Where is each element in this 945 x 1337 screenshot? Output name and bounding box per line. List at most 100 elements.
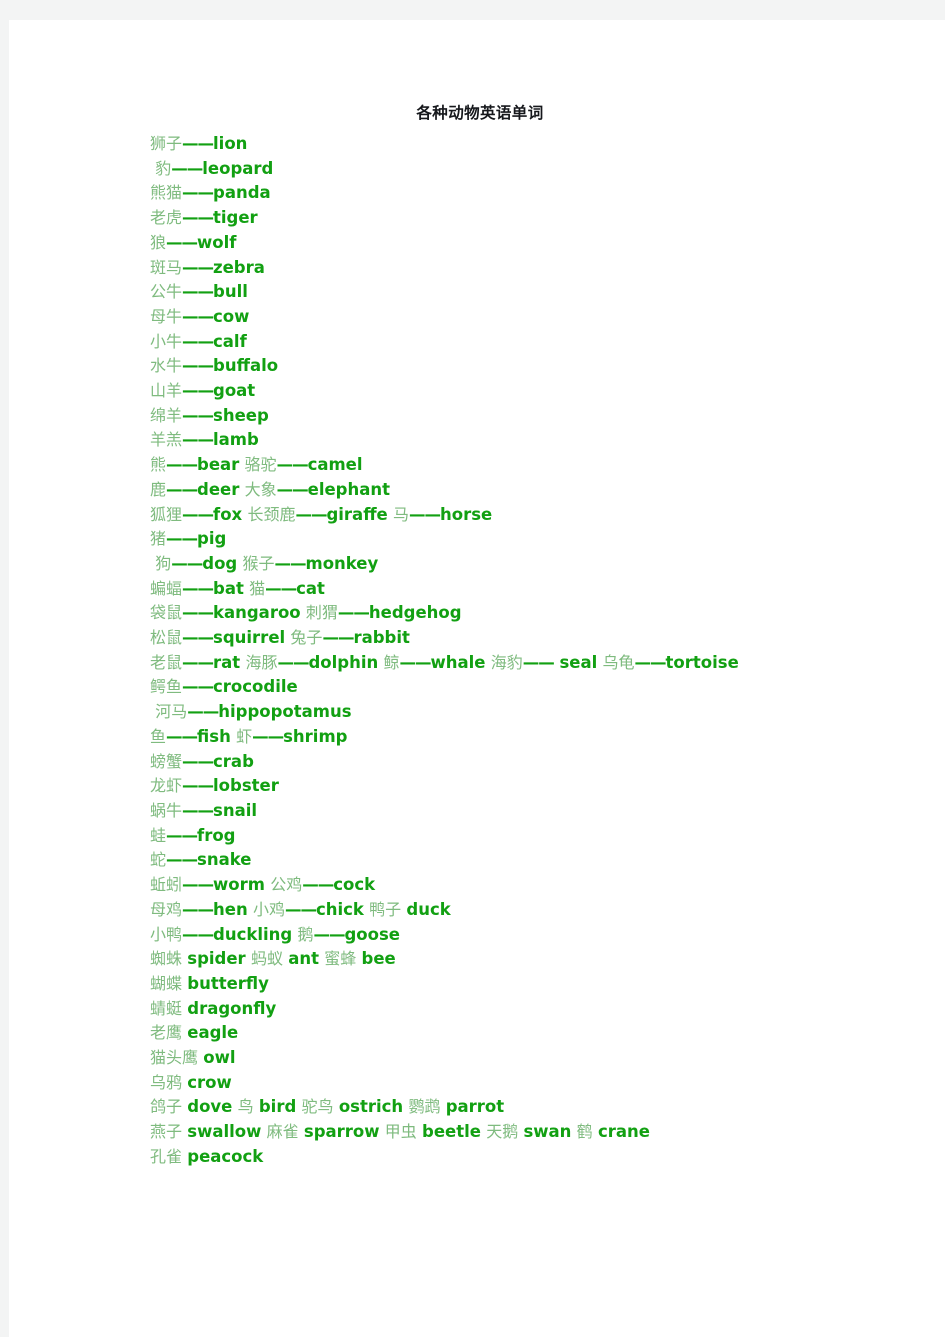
word-line: 熊——bear 骆驼——camel [150,453,810,478]
english-term: lamb [213,430,259,450]
word-line: 母鸡——hen 小鸡——chick 鸭子 duck [150,898,810,923]
english-term: peacock [187,1146,264,1166]
term-separator: —— [166,479,198,499]
word-line: 狼——wolf [150,231,810,256]
chinese-term: 小牛 [150,331,183,351]
chinese-term: 小鸡 [252,899,285,919]
english-term: kangaroo [213,603,301,623]
english-term: dog [202,553,238,573]
chinese-term: 长颈鹿 [247,504,296,524]
english-term: bear [197,455,240,475]
term-separator: —— [166,455,198,475]
chinese-term: 燕子 [150,1122,183,1142]
english-term: bee [361,949,396,969]
chinese-term: 蝙蝠 [150,578,183,598]
word-line: 乌鸦 crow [150,1071,810,1096]
chinese-term: 松鼠 [150,628,183,648]
chinese-term: 蚯蚓 [150,875,183,895]
english-term: dolphin [308,652,379,672]
chinese-term: 袋鼠 [150,603,183,623]
term-separator: —— [182,677,214,697]
word-line: 狮子——lion [150,132,810,157]
chinese-term: 鹿 [150,479,167,499]
chinese-term: 鹤 [576,1122,593,1142]
chinese-term: 蝴蝶 [150,973,183,993]
chinese-term: 河马 [155,702,188,722]
chinese-term: 狗 [155,553,172,573]
term-separator: —— [182,751,214,771]
document-body: 各种动物英语单词 狮子——lion 豹——leopard 熊猫——panda 老虎—… [150,102,810,1170]
chinese-term: 蛇 [150,850,167,870]
word-line: 鱼——fish 虾——shrimp [150,725,810,750]
term-separator: —— [182,603,214,623]
term-separator: —— [295,504,327,524]
term-separator: —— [182,282,214,302]
english-term: buffalo [213,356,279,376]
term-separator: —— [182,134,214,153]
term-separator: —— [302,875,334,895]
word-line: 老鼠——rat 海豚——dolphin 鲸——whale 海豹—— seal 乌… [150,651,810,676]
word-line: 老虎——tiger [150,206,810,231]
word-line: 母牛——cow [150,305,810,330]
english-term: dragonfly [187,998,277,1018]
animal-word-list: 狮子——lion 豹——leopard 熊猫——panda 老虎——tiger 狼——… [150,132,810,1170]
word-line: 猪——pig [150,527,810,552]
word-line: 鳄鱼——crocodile [150,675,810,700]
chinese-term: 鸽子 [150,1097,183,1117]
chinese-term: 公鸡 [270,875,303,895]
document-page: 各种动物英语单词 狮子——lion 豹——leopard 熊猫——panda 老虎—… [9,20,945,1337]
english-term: deer [197,479,240,499]
term-separator: —— [337,603,370,623]
word-line: 螃蟹——crab [150,750,810,775]
english-term: swan [523,1122,572,1142]
word-line: 蜻蜓 dragonfly [150,997,810,1022]
english-term: fish [197,726,231,746]
chinese-term: 熊猫 [150,183,183,203]
word-line: 燕子 swallow 麻雀 sparrow 甲虫 beetle 天鹅 swan … [150,1120,810,1145]
chinese-term: 鱼 [150,726,167,746]
word-line: 斑马——zebra [150,256,810,281]
chinese-term: 山羊 [150,381,183,401]
chinese-term: 马 [393,504,410,524]
english-term: crab [213,751,254,771]
english-term: frog [197,825,236,845]
term-separator: —— [182,652,214,672]
english-term: goat [213,381,256,401]
chinese-term: 猴子 [242,553,275,573]
english-term: cow [213,306,250,326]
english-term: parrot [445,1097,505,1117]
word-line: 小鸭——duckling 鹅——goose [150,923,810,948]
chinese-term: 鸭子 [369,899,402,919]
english-term: snail [213,800,258,820]
english-term: owl [203,1048,236,1068]
page-title: 各种动物英语单词 [416,103,544,122]
english-term: sparrow [303,1122,380,1142]
word-line: 河马——hippopotamus [150,700,810,725]
chinese-term: 海豹 [490,652,523,672]
word-line: 羊羔——lamb [150,428,810,453]
chinese-term: 猪 [150,529,167,549]
word-line: 蜘蛛 spider 蚂蚁 ant 蜜蜂 bee [150,947,810,972]
chinese-term: 刺猬 [305,603,338,623]
english-term: wolf [197,232,237,252]
english-term: ostrich [338,1097,404,1117]
chinese-term: 老鹰 [150,1023,183,1043]
term-separator: —— [252,726,284,746]
term-separator: —— [182,356,214,376]
chinese-term: 鹅 [297,924,314,944]
chinese-term: 蜜蜂 [324,949,357,969]
english-term: worm [213,875,265,895]
english-term: goose [344,924,400,944]
word-line: 孔雀 peacock [150,1145,810,1170]
word-line: 蛙——frog [150,824,810,849]
term-separator: —— [284,899,317,919]
word-line: 松鼠——squirrel 兔子——rabbit [150,626,810,651]
chinese-term: 海豚 [245,652,278,672]
chinese-term: 狐狸 [150,504,183,524]
english-term: shrimp [283,726,348,746]
english-term: whale [430,652,486,672]
word-line: 绵羊——sheep [150,404,810,429]
term-separator: —— [277,652,309,672]
chinese-term: 乌龟 [602,652,635,672]
english-term: ant [288,949,319,969]
